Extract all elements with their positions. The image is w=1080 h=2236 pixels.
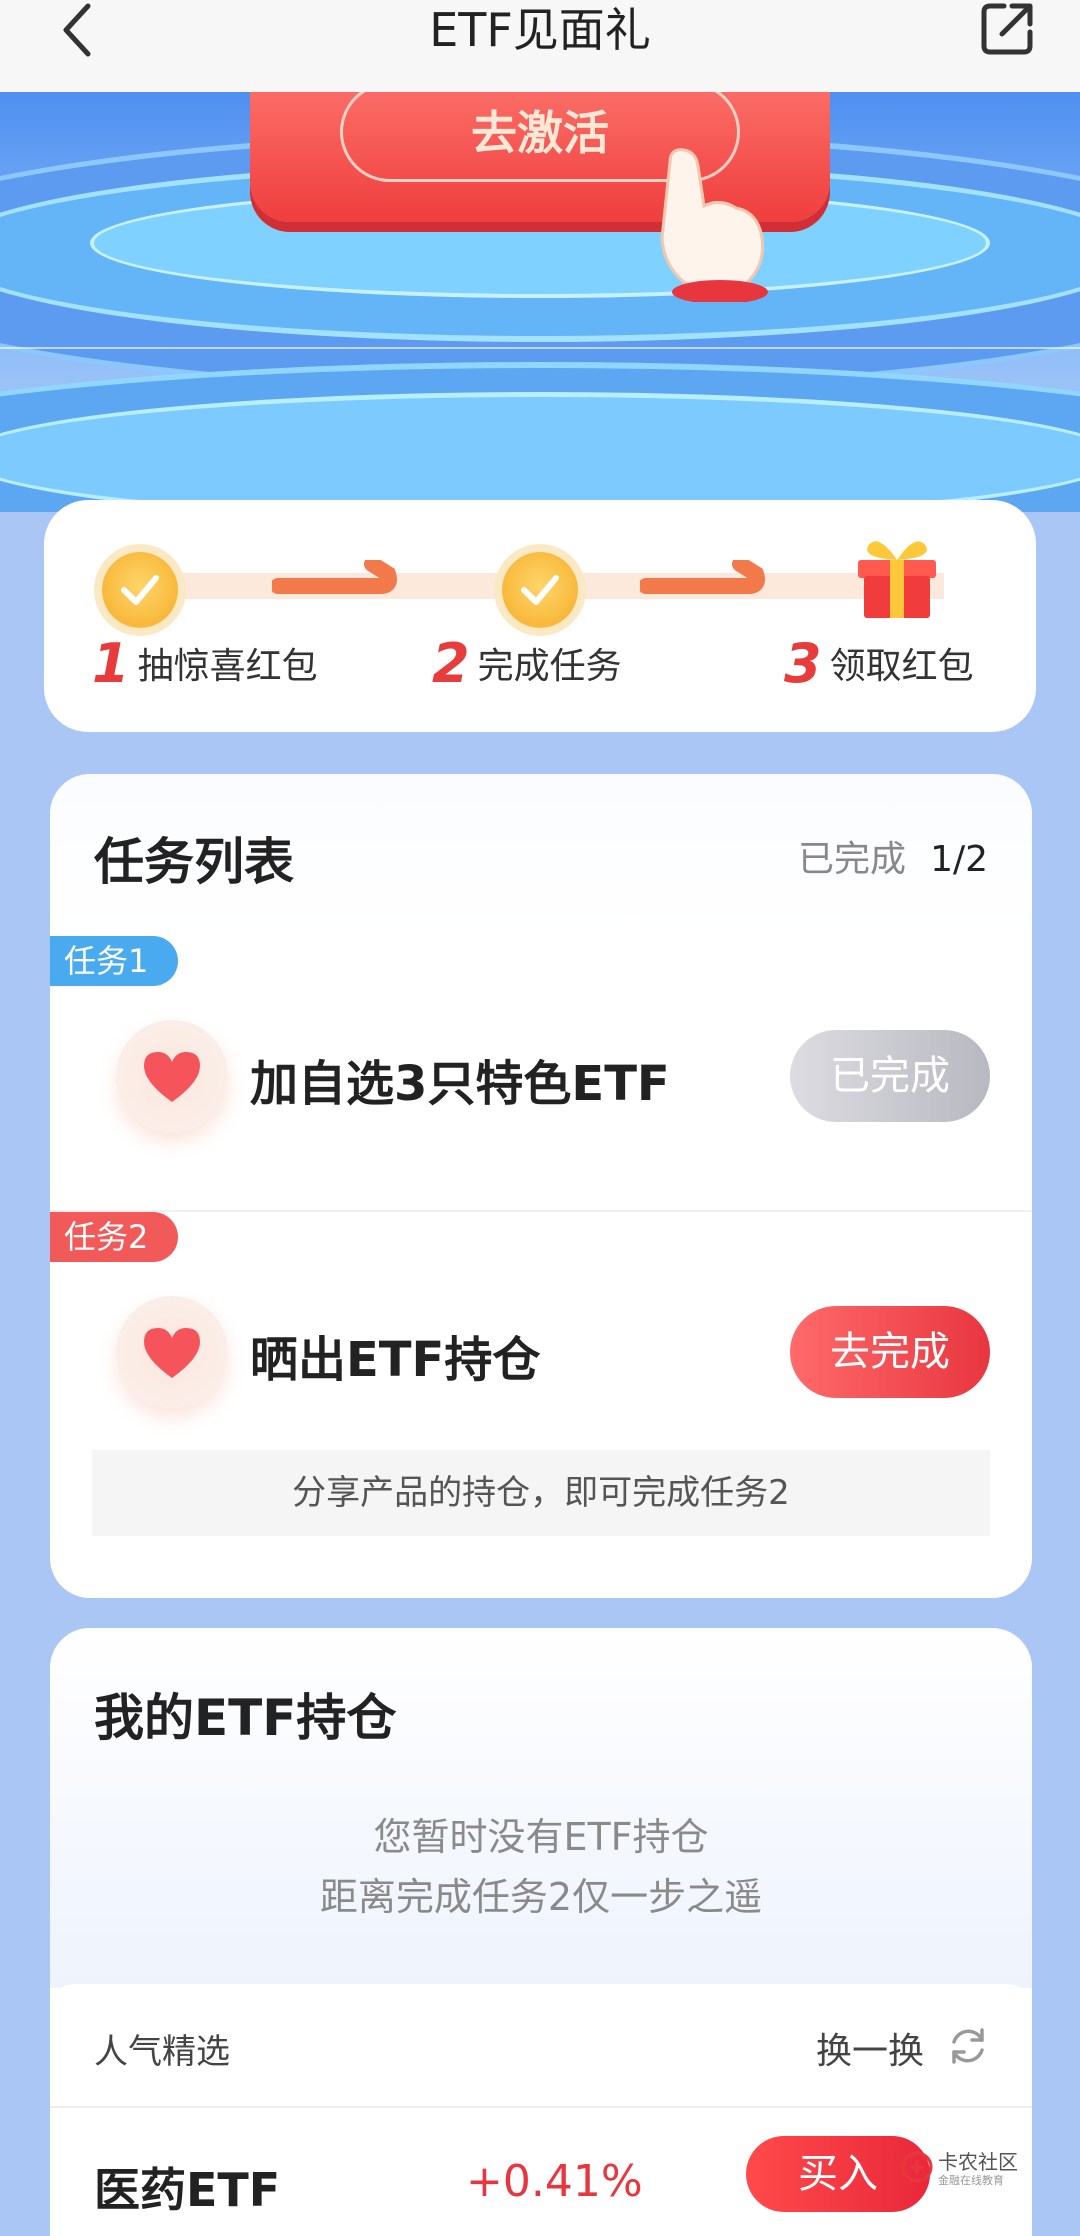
pointing-hand-icon — [640, 142, 780, 304]
watermark: 卡农社区 金融在线教育 — [898, 2140, 1028, 2200]
fund-name[interactable]: 医药ETF — [94, 2154, 280, 2220]
task-name: 晒出ETF持仓 — [250, 1332, 541, 1388]
holdings-card: 我的ETF持仓 您暂时没有ETF持仓 距离完成任务2仅一步之遥 人气精选 换一换… — [50, 1628, 1032, 2236]
task-tag: 任务1 — [50, 936, 178, 986]
task-hint: 分享产品的持仓，即可完成任务2 — [92, 1450, 990, 1536]
heart-icon — [116, 1020, 228, 1132]
page-title: ETF见面礼 — [429, 3, 651, 57]
popular-picks: 人气精选 换一换 医药ETF +0.41% 买入 — [50, 1984, 1032, 2236]
gift-icon — [858, 541, 936, 618]
task-tag: 任务2 — [50, 1212, 178, 1262]
empty-message-line-1: 您暂时没有ETF持仓 — [373, 1815, 709, 1859]
nav-bar: ETF见面礼 — [0, 0, 1080, 92]
holdings-title: 我的ETF持仓 — [94, 1689, 397, 1747]
refresh-icon[interactable] — [946, 2024, 990, 2068]
empty-message-line-2: 距离完成任务2仅一步之遥 — [319, 1875, 763, 1919]
heart-icon — [116, 1296, 228, 1408]
watermark-title: 卡农社区 — [938, 2150, 1018, 2174]
task-list-card: 任务列表 已完成 1/2 任务1 加自选3只特色ETF 已完成 任务2 晒出ETF… — [50, 774, 1032, 1598]
task-list-title: 任务列表 — [94, 833, 294, 891]
task-item-2: 任务2 晒出ETF持仓 去完成 — [50, 1212, 1032, 1488]
arrow-right-icon — [640, 560, 765, 594]
task-item-1: 任务1 加自选3只特色ETF 已完成 — [50, 936, 1032, 1212]
watermark-subtitle: 金融在线教育 — [938, 2174, 1004, 2187]
step-1-label: 1 抽惊喜红包 — [92, 632, 318, 695]
popular-picks-label: 人气精选 — [94, 2032, 230, 2072]
task-progress: 已完成 1/2 — [798, 839, 988, 880]
task-2-complete-button[interactable]: 去完成 — [790, 1306, 990, 1398]
check-icon — [102, 552, 178, 628]
check-icon — [502, 552, 578, 628]
stage-ring — [0, 392, 1080, 512]
refresh-button[interactable]: 换一换 — [816, 2022, 924, 2074]
watermark-logo-icon — [901, 2151, 933, 2183]
step-3-label: 3 领取红包 — [784, 632, 974, 695]
hero-divider — [0, 347, 1080, 349]
task-1-status-button[interactable]: 已完成 — [790, 1030, 990, 1122]
arrow-right-icon — [272, 560, 397, 594]
picks-divider — [50, 2106, 1032, 2108]
fund-change: +0.41% — [466, 2156, 643, 2207]
task-name: 加自选3只特色ETF — [250, 1056, 670, 1112]
steps-card: 1 抽惊喜红包 2 完成任务 3 领取红包 — [44, 500, 1036, 732]
hero-banner: 去激活 — [0, 92, 1080, 512]
share-icon[interactable] — [980, 0, 1036, 56]
step-2-label: 2 完成任务 — [432, 632, 622, 695]
